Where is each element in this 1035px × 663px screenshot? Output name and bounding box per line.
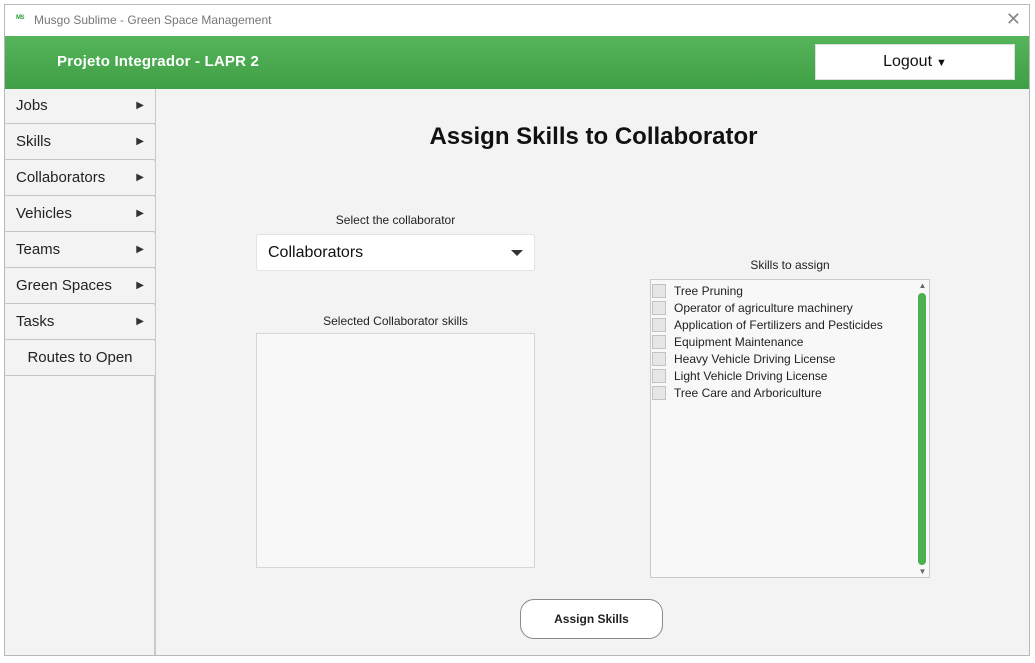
collaborator-select-value: Collaborators — [268, 244, 364, 261]
chevron-right-icon: ▶ — [136, 100, 144, 111]
logout-button[interactable]: Logout ▼ — [815, 44, 1015, 80]
chevron-right-icon: ▶ — [136, 244, 144, 255]
checkbox[interactable] — [652, 284, 666, 298]
scroll-down-icon[interactable]: ▼ — [918, 567, 927, 576]
sidebar-item-vehicles[interactable]: Vehicles ▶ — [5, 197, 155, 232]
assign-skills-button[interactable]: Assign Skills — [520, 599, 663, 639]
sidebar-item-teams[interactable]: Teams ▶ — [5, 233, 155, 268]
sidebar-item-jobs[interactable]: Jobs ▶ — [5, 89, 155, 124]
sidebar-item-label: Vehicles — [16, 205, 72, 222]
chevron-right-icon: ▶ — [136, 136, 144, 147]
sidebar-item-label: Tasks — [16, 313, 55, 330]
logout-label: Logout — [883, 53, 933, 70]
app-window: MS Musgo Sublime - Green Space Managemen… — [4, 4, 1030, 656]
sidebar-item-label: Green Spaces — [16, 277, 112, 294]
skill-label: Light Vehicle Driving License — [674, 369, 828, 383]
checkbox[interactable] — [652, 369, 666, 383]
app-logo-icon: MS — [16, 15, 25, 21]
title-bar: MS Musgo Sublime - Green Space Managemen… — [5, 5, 1029, 36]
sidebar-item-collaborators[interactable]: Collaborators ▶ — [5, 161, 155, 196]
sidebar-item-routes-to-open[interactable]: Routes to Open — [5, 341, 155, 376]
header-title: Projeto Integrador - LAPR 2 — [57, 53, 260, 70]
selected-skills-label: Selected Collaborator skills — [323, 314, 468, 328]
selected-skills-list[interactable] — [256, 333, 535, 568]
close-icon[interactable]: ✕ — [1006, 10, 1021, 28]
chevron-down-icon — [511, 250, 523, 256]
sidebar-item-label: Jobs — [16, 97, 48, 114]
chevron-right-icon: ▶ — [136, 172, 144, 183]
vertical-scrollbar[interactable]: ▲ ▼ — [917, 281, 928, 576]
checkbox[interactable] — [652, 301, 666, 315]
skill-label: Operator of agriculture machinery — [674, 301, 853, 315]
window-title: Musgo Sublime - Green Space Management — [34, 13, 272, 27]
arrow-down-icon: ▼ — [936, 57, 947, 69]
app-header: Projeto Integrador - LAPR 2 Logout ▼ — [5, 36, 1029, 89]
skill-label: Tree Pruning — [674, 284, 743, 298]
sidebar-item-green-spaces[interactable]: Green Spaces ▶ — [5, 269, 155, 304]
skill-label: Application of Fertilizers and Pesticide… — [674, 318, 883, 332]
skill-label: Tree Care and Arboriculture — [674, 386, 822, 400]
skills-to-assign-list[interactable]: Tree Pruning Operator of agriculture mac… — [650, 279, 930, 578]
sidebar: Jobs ▶ Skills ▶ Collaborators ▶ Vehicles… — [5, 89, 156, 655]
checkbox[interactable] — [652, 352, 666, 366]
sidebar-item-tasks[interactable]: Tasks ▶ — [5, 305, 155, 340]
skills-to-assign-label: Skills to assign — [750, 258, 830, 272]
chevron-right-icon: ▶ — [136, 280, 144, 291]
scroll-up-icon[interactable]: ▲ — [918, 281, 927, 290]
chevron-right-icon: ▶ — [136, 208, 144, 219]
checkbox[interactable] — [652, 335, 666, 349]
sidebar-item-label: Collaborators — [16, 169, 106, 186]
skill-label: Heavy Vehicle Driving License — [674, 352, 836, 366]
page-title: Assign Skills to Collaborator — [429, 123, 758, 150]
sidebar-item-label: Routes to Open — [27, 349, 133, 366]
chevron-right-icon: ▶ — [136, 316, 144, 327]
sidebar-item-skills[interactable]: Skills ▶ — [5, 125, 155, 160]
skill-label: Equipment Maintenance — [674, 335, 804, 349]
collaborator-select[interactable]: Collaborators — [256, 234, 535, 271]
checkbox[interactable] — [652, 386, 666, 400]
select-collaborator-label: Select the collaborator — [335, 213, 456, 227]
sidebar-item-label: Teams — [16, 241, 61, 258]
sidebar-item-label: Skills — [16, 133, 52, 150]
checkbox[interactable] — [652, 318, 666, 332]
scrollbar-thumb[interactable] — [918, 293, 926, 565]
